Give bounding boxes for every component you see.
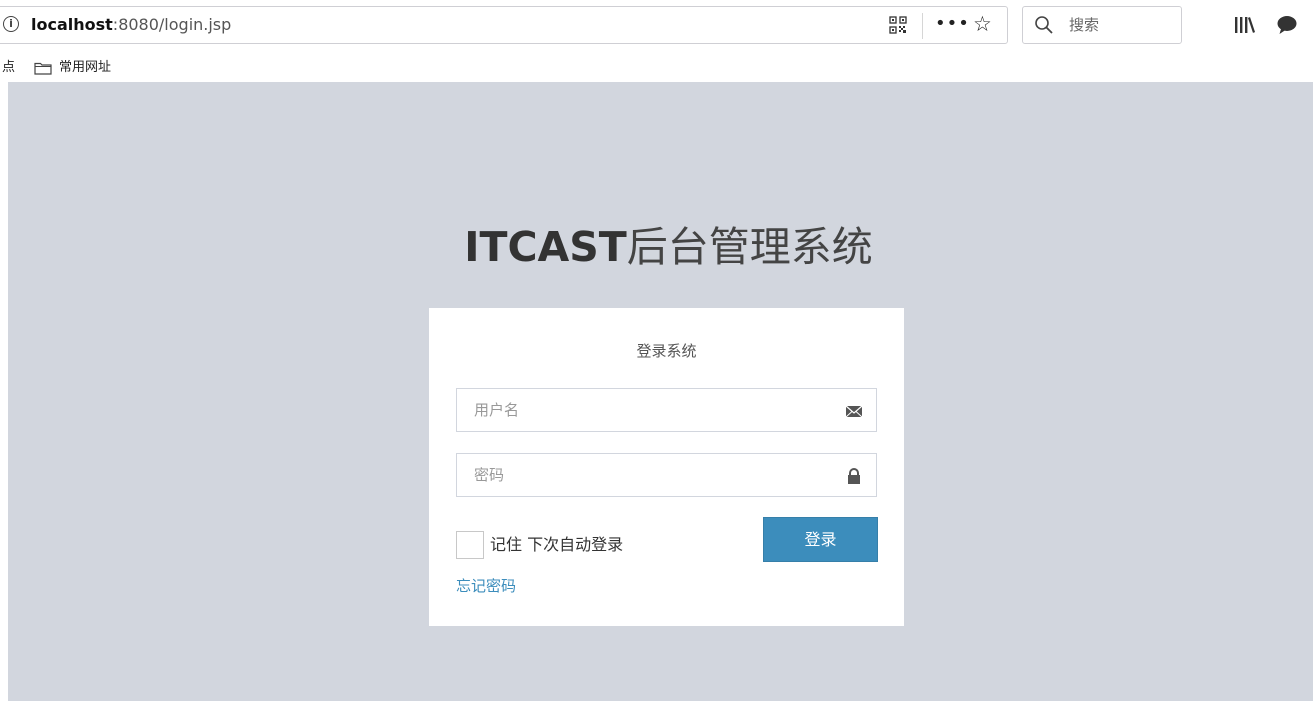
url-path: :8080/login.jsp bbox=[112, 15, 232, 34]
folder-icon[interactable] bbox=[34, 61, 52, 75]
bookmark-star-icon[interactable]: ☆ bbox=[973, 12, 992, 36]
page-title-bold: ITCAST bbox=[464, 223, 627, 271]
browser-toolbar: i localhost:8080/login.jsp ••• ☆ 搜索 bbox=[0, 0, 1313, 56]
bookmarks-bar: 点 常用网址 bbox=[0, 56, 1313, 82]
url-text[interactable]: localhost:8080/login.jsp bbox=[31, 15, 231, 35]
username-field[interactable] bbox=[456, 388, 877, 432]
remember-checkbox[interactable] bbox=[456, 531, 484, 559]
chat-bubble-icon[interactable] bbox=[1276, 14, 1298, 36]
page-title: ITCAST后台管理系统 bbox=[8, 222, 1313, 272]
qr-code-icon[interactable] bbox=[889, 16, 907, 34]
bookmark-item-truncated[interactable]: 点 bbox=[2, 59, 15, 77]
address-bar[interactable]: i localhost:8080/login.jsp ••• ☆ bbox=[0, 6, 1008, 44]
username-input[interactable] bbox=[457, 389, 837, 431]
bookmark-folder-label[interactable]: 常用网址 bbox=[59, 59, 111, 77]
login-heading: 登录系统 bbox=[636, 342, 697, 360]
info-icon[interactable]: i bbox=[3, 16, 19, 32]
password-input[interactable] bbox=[457, 454, 837, 496]
login-box: 登录系统 记住 下次自动登录 登录 忘记密码 bbox=[429, 308, 904, 626]
search-bar[interactable]: 搜索 bbox=[1022, 6, 1182, 44]
login-button[interactable]: 登录 bbox=[763, 517, 878, 562]
url-separator bbox=[922, 13, 923, 39]
more-actions-icon[interactable]: ••• bbox=[935, 13, 970, 35]
search-icon bbox=[1035, 16, 1053, 34]
remember-label[interactable]: 记住 下次自动登录 bbox=[490, 535, 623, 555]
page-viewport: ITCAST后台管理系统 登录系统 记住 下次自动登录 登录 忘记密码 bbox=[8, 82, 1313, 701]
lock-icon bbox=[848, 468, 860, 484]
envelope-icon bbox=[845, 405, 863, 418]
page-title-rest: 后台管理系统 bbox=[626, 223, 873, 271]
forgot-password-link[interactable]: 忘记密码 bbox=[456, 576, 516, 596]
password-field[interactable] bbox=[456, 453, 877, 497]
library-icon[interactable] bbox=[1233, 15, 1255, 35]
search-placeholder: 搜索 bbox=[1069, 16, 1100, 34]
url-host: localhost bbox=[31, 15, 113, 34]
